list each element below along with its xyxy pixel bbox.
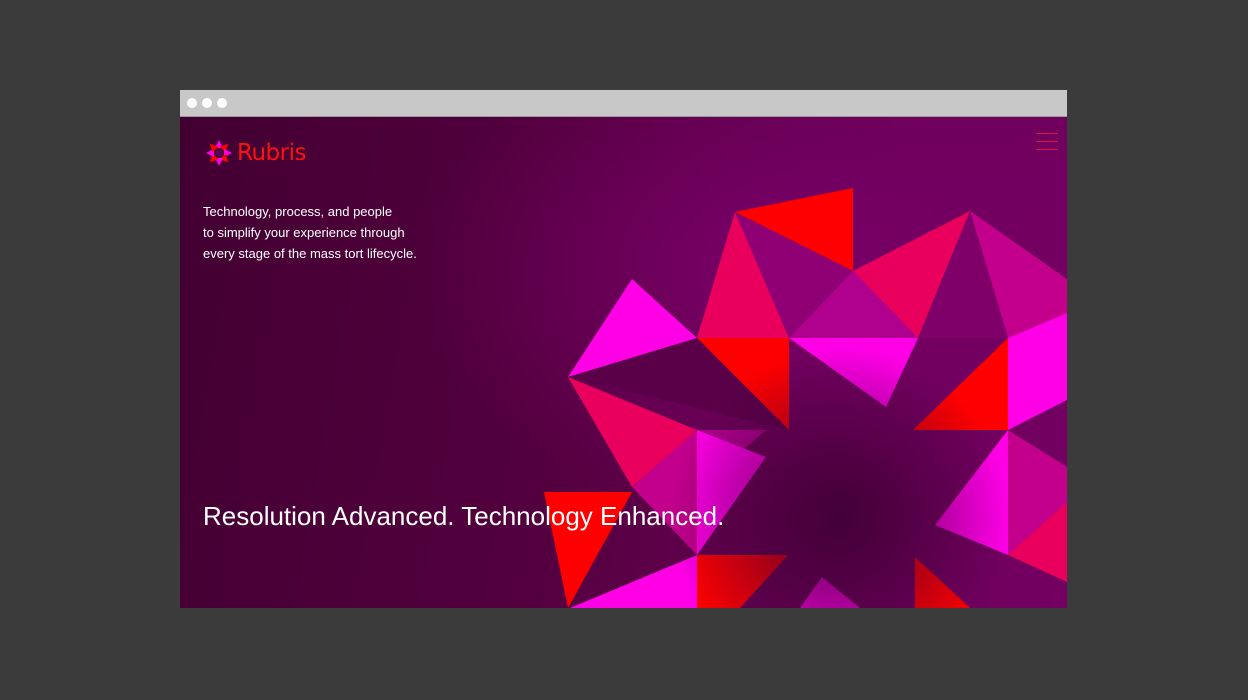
geometric-star-artwork: [544, 188, 1067, 608]
intro-line: Technology, process, and people: [203, 204, 393, 219]
window-minimize-button[interactable]: [202, 98, 212, 108]
window-close-button[interactable]: [187, 98, 197, 108]
hero-intro-text: Technology, process, and people to simpl…: [203, 201, 463, 264]
window-title-bar: [180, 90, 1067, 117]
brand-name: Rubris: [237, 139, 306, 166]
hero-headline: Resolution Advanced. Technology Enhanced…: [203, 501, 725, 531]
intro-line: to simplify your experience through: [203, 225, 405, 240]
window-maximize-button[interactable]: [217, 98, 227, 108]
intro-line: every stage of the mass tort lifecycle.: [203, 246, 417, 261]
hero-section: Rubris Technology, process, and people t…: [180, 117, 1067, 608]
rubris-star-logo-icon: [206, 140, 232, 166]
browser-window: Rubris Technology, process, and people t…: [180, 90, 1067, 608]
hamburger-menu-icon[interactable]: [1036, 131, 1058, 151]
brand-logo[interactable]: Rubris: [204, 137, 306, 169]
